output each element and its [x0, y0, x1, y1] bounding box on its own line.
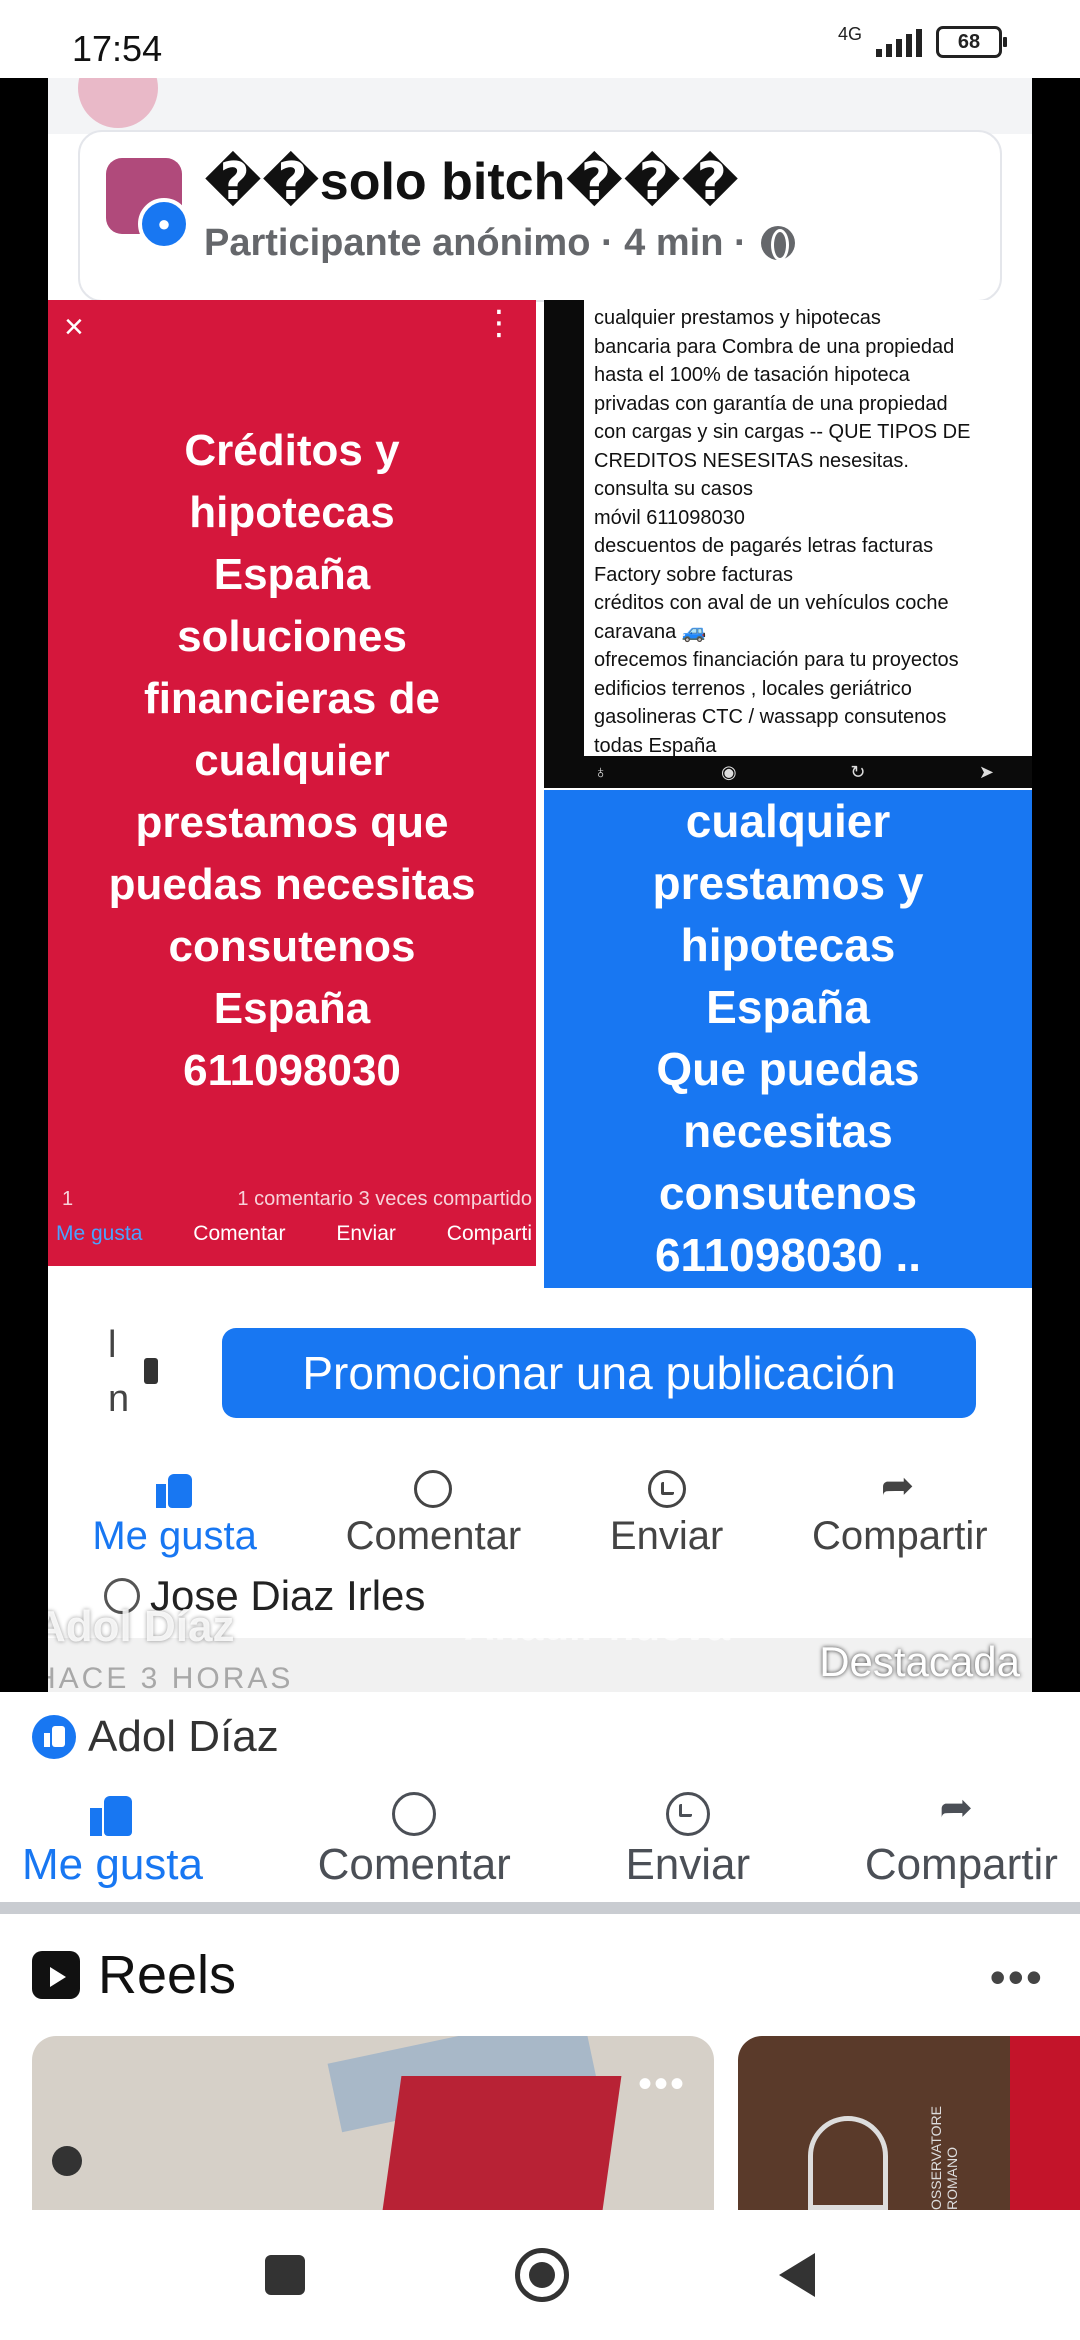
- vatican-emblem-icon: [808, 2116, 888, 2210]
- post-reactions[interactable]: Adol Díaz: [32, 1712, 279, 1762]
- feed-divider: [0, 1902, 1080, 1914]
- eye-icon: ◉: [721, 762, 737, 782]
- share-label: Compartir: [864, 1840, 1058, 1889]
- status-bar: 17:54 4G 68: [0, 0, 1080, 78]
- system-nav-bar: [0, 2210, 1080, 2340]
- red-ad-panel: × ⋮ Créditos y hipotecas España solucion…: [48, 300, 536, 1266]
- red-panel-stats-text: 1 comentario 3 veces compartido: [237, 1188, 532, 1210]
- like-icon: ♁: [594, 762, 608, 782]
- reactor-name: Adol Díaz: [88, 1712, 279, 1761]
- embedded-like-label: Me gusta: [92, 1514, 257, 1558]
- signal-icon: [876, 27, 922, 57]
- reel-thumb-shape: [52, 2146, 82, 2176]
- post-image[interactable]: ● ��solo bitch��� Participante anónimo ·…: [0, 78, 1080, 1692]
- more-icon: ⋮: [482, 304, 516, 342]
- battery-small-icon: [144, 1358, 158, 1384]
- red-action-comment: Comentar: [193, 1222, 286, 1245]
- embedded-group-header: ● ��solo bitch��� Participante anónimo ·…: [78, 130, 1002, 302]
- post-action-bar: Me gusta Comentar Enviar Compartir: [0, 1786, 1080, 1890]
- embedded-action-bar: Me gusta Comentar Enviar Compartir: [48, 1464, 1032, 1559]
- back-button[interactable]: [779, 2253, 815, 2297]
- featured-label: Destacada: [819, 1638, 1020, 1685]
- globe-icon: [761, 226, 796, 261]
- reel-thumb-shape: [382, 2076, 622, 2210]
- promo-letters: l n: [108, 1324, 130, 1420]
- battery-level: 68: [957, 30, 981, 53]
- red-panel-reactions: 1: [62, 1188, 74, 1210]
- embedded-share-label: Compartir: [812, 1514, 988, 1558]
- red-panel-text: Créditos y hipotecas España soluciones f…: [108, 426, 476, 1095]
- embedded-like: Me gusta: [92, 1470, 257, 1559]
- story-overlay-add: Añadir nueva: [464, 1602, 731, 1649]
- close-icon: ×: [64, 308, 84, 346]
- embedded-comment-label: Comentar: [345, 1514, 522, 1558]
- thumbs-up-icon: [155, 1470, 194, 1508]
- reels-more-button[interactable]: •••: [990, 1950, 1044, 2004]
- comment-icon: [392, 1792, 437, 1836]
- comment-button[interactable]: Comentar: [318, 1792, 511, 1890]
- blue-ad-panel: cualquier prestamos y hipotecas España Q…: [544, 790, 1032, 1288]
- share-button[interactable]: Compartir: [864, 1786, 1058, 1890]
- text-panel-icons: ♁ ◉ ↻ ➤: [594, 762, 994, 783]
- text-panel: cualquier prestamos y hipotecas bancaria…: [544, 300, 1032, 788]
- red-action-send: Enviar: [336, 1222, 396, 1245]
- thumbs-up-icon: [90, 1792, 134, 1836]
- comment-label: Comentar: [317, 1840, 511, 1889]
- send-button[interactable]: Enviar: [625, 1792, 750, 1890]
- red-action-like: Me gusta: [56, 1222, 143, 1245]
- reels-header: Reels: [32, 1944, 236, 2006]
- story-overlay-time: HACE 3 HORAS: [48, 1662, 294, 1692]
- story-overlay-name: Adol Díaz: [48, 1602, 235, 1651]
- embedded-send-label: Enviar: [609, 1514, 724, 1558]
- embedded-screenshot: ● ��solo bitch��� Participante anónimo ·…: [48, 78, 1032, 1692]
- red-panel-stats: 1 1 comentario 3 veces compartido: [62, 1188, 532, 1211]
- blue-panel-text: cualquier prestamos y hipotecas España Q…: [652, 795, 924, 1281]
- group-subtitle-text: Participante anónimo · 4 min ·: [204, 222, 747, 264]
- group-subtitle: Participante anónimo · 4 min ·: [204, 222, 796, 265]
- reels-title: Reels: [98, 1945, 237, 2005]
- share-icon: [881, 1464, 919, 1508]
- recents-button[interactable]: [265, 2255, 305, 2295]
- refresh-icon: ↻: [850, 762, 866, 782]
- group-title: ��solo bitch���: [204, 153, 740, 211]
- share-icon: [939, 1786, 983, 1836]
- red-action-share: Comparti: [446, 1222, 532, 1245]
- reel-card[interactable]: •••: [32, 2036, 714, 2210]
- like-button[interactable]: Me gusta: [22, 1792, 203, 1890]
- status-icons: 4G 68: [837, 24, 1007, 58]
- reel-more-button[interactable]: •••: [638, 2062, 686, 2107]
- anonymous-icon: ●: [138, 198, 190, 250]
- send-icon: ➤: [978, 762, 994, 782]
- embedded-share: Compartir: [812, 1464, 988, 1559]
- embedded-top-strip: [48, 78, 1032, 134]
- comment-icon: [414, 1470, 453, 1508]
- red-panel-actions: Me gusta Comentar Enviar Comparti: [56, 1222, 532, 1246]
- network-type: 4G: [837, 24, 862, 44]
- reel-card[interactable]: OSSERVATORE ROMANO: [738, 2036, 1080, 2210]
- status-time: 17:54: [72, 28, 163, 69]
- home-button[interactable]: [515, 2248, 569, 2302]
- send-label: Enviar: [625, 1840, 751, 1889]
- whatsapp-icon: [665, 1792, 710, 1836]
- text-panel-body: cualquier prestamos y hipotecas bancaria…: [584, 300, 1032, 757]
- embedded-comment: Comentar: [345, 1470, 522, 1559]
- like-label: Me gusta: [22, 1840, 203, 1889]
- reel-card-text: OSSERVATORE ROMANO: [928, 2106, 960, 2210]
- reels-icon: [32, 1951, 80, 1999]
- like-reaction-icon: [32, 1715, 76, 1759]
- embedded-send: Enviar: [610, 1470, 723, 1559]
- battery-icon: 68: [936, 26, 1007, 58]
- reel-thumb-shape: [1010, 2036, 1080, 2210]
- promote-post-button: Promocionar una publicación: [222, 1328, 976, 1418]
- whatsapp-icon: [647, 1470, 686, 1508]
